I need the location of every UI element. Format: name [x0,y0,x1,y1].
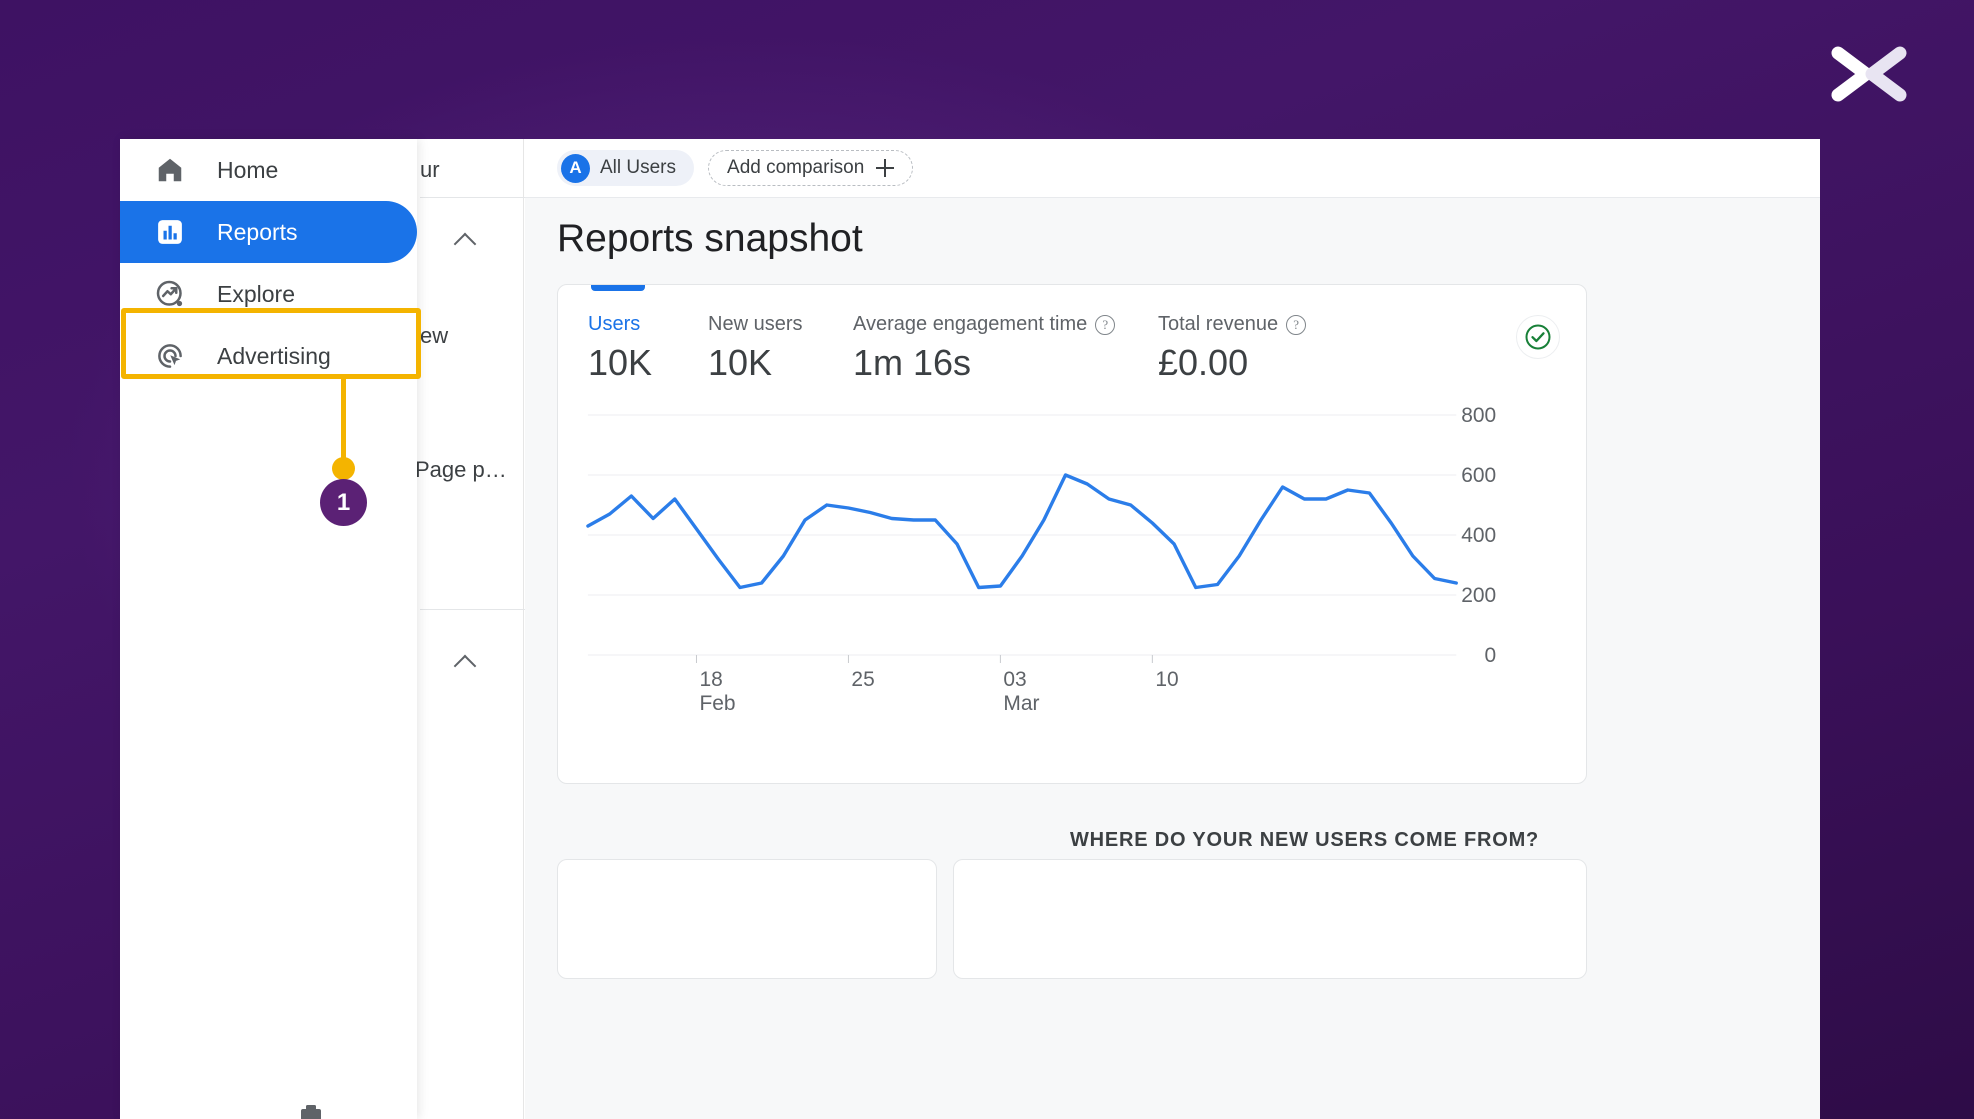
chevron-up-icon[interactable] [453,227,479,253]
add-comparison-button[interactable]: Add comparison [708,150,914,186]
sidebar-item-label-reports: Reports [217,218,298,245]
metric-new-users-label: New users [708,313,803,335]
svg-text:0: 0 [1485,644,1497,667]
sidebar-item-label-home: Home [217,156,279,183]
active-metric-indicator [591,285,645,291]
advertising-target-icon [153,339,187,373]
home-icon [153,153,187,187]
svg-text:Feb: Feb [699,692,735,715]
callout-connector-line [341,379,346,465]
sidebar-item-explore[interactable]: Explore [120,263,417,325]
metric-total-revenue[interactable]: Total revenue ? £0.00 [1158,313,1368,384]
svg-text:Mar: Mar [1003,692,1039,715]
bottom-card-right [953,859,1587,979]
sidebar-item-advertising[interactable]: Advertising [120,325,417,387]
sidebar-item-label-advertising: Advertising [217,342,331,369]
metrics-row: Users 10K New users 10K Average engageme… [558,313,1586,384]
add-comparison-label: Add comparison [727,157,865,178]
metric-revenue-value: £0.00 [1158,342,1249,383]
comparison-topbar: A All Users Add comparison [525,139,1820,198]
metric-revenue-label: Total revenue [1158,313,1279,335]
sidebar-item-home[interactable]: Home [120,139,417,201]
main-content: A All Users Add comparison Reports snaps… [525,139,1820,1119]
metric-new-users-value: 10K [708,342,773,383]
sidebar-bottom-partial-icon[interactable] [295,1103,327,1119]
bottom-card-left [557,859,937,979]
svg-text:800: 800 [1461,405,1496,427]
avatar: A [561,153,590,183]
chevron-up-icon-2[interactable] [453,649,479,675]
help-icon-2[interactable]: ? [1286,314,1307,335]
all-users-label: All Users [600,157,677,178]
svg-text:25: 25 [851,668,874,691]
sidebar-item-reports[interactable]: Reports [120,201,417,263]
explore-trend-icon [153,277,187,311]
svg-text:18: 18 [699,668,722,691]
metric-users-label: Users [588,313,641,335]
metric-engagement-time[interactable]: Average engagement time ? 1m 16s [853,313,1158,384]
users-line-chart: 800 600 400 200 0 18Feb 25 03Mar 10 [586,405,1497,715]
metric-engagement-value: 1m 16s [853,342,972,383]
help-icon[interactable]: ? [1095,314,1116,335]
overlay-sidebar: Home Reports Explore Advertising [120,139,417,1119]
all-users-chip[interactable]: A All Users [557,150,695,186]
step-badge: 1 [320,479,367,526]
metric-users-value: 10K [588,342,653,383]
svg-text:200: 200 [1461,584,1496,607]
svg-text:10: 10 [1155,668,1178,691]
plus-icon [876,159,895,177]
sidebar-item-label-explore: Explore [217,280,295,307]
x-logo [1828,43,1910,105]
metric-engagement-label: Average engagement time [853,313,1088,335]
bar-chart-icon [153,215,187,249]
page-title: Reports snapshot [557,217,863,260]
metric-users[interactable]: Users 10K [588,313,708,384]
snapshot-card: Users 10K New users 10K Average engageme… [557,284,1587,784]
svg-text:600: 600 [1461,464,1496,487]
check-circle-icon[interactable] [1516,315,1560,359]
svg-text:400: 400 [1461,524,1496,547]
metric-new-users[interactable]: New users 10K [708,313,853,384]
callout-connector-dot [332,457,355,480]
svg-text:03: 03 [1003,668,1026,691]
bottom-section-heading: WHERE DO YOUR NEW USERS COME FROM? [1070,829,1540,851]
